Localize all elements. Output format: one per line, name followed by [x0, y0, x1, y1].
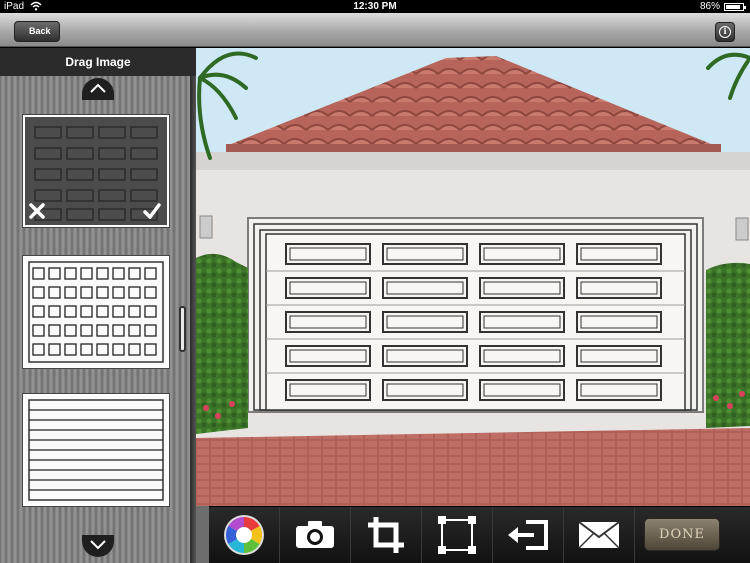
thumbnail-panel	[48, 286, 61, 299]
door-thumbnail-flush[interactable]	[23, 394, 169, 506]
thumbnail-panel	[64, 305, 77, 318]
thumbnail-panel	[80, 324, 93, 337]
close-icon[interactable]	[29, 203, 45, 219]
chevron-up-icon	[90, 83, 106, 93]
crop-button[interactable]	[351, 507, 422, 563]
status-bar: iPad 12:30 PM 86%	[0, 0, 750, 13]
bottom-toolbar: DONE	[209, 507, 750, 563]
battery-percent: 86%	[699, 1, 720, 12]
sidebar-bottom-strip	[196, 506, 209, 563]
checkmark-icon[interactable]	[143, 203, 161, 219]
thumbnail-panel	[128, 305, 141, 318]
thumbnail-panel	[64, 286, 77, 299]
thumbnail-panel	[32, 267, 45, 280]
thumbnail-panel	[32, 324, 45, 337]
back-button-label: Back	[29, 26, 51, 36]
info-icon: i	[719, 26, 731, 38]
thumbnail-panel	[96, 305, 109, 318]
thumbnail-panel	[80, 343, 93, 356]
scroll-up-button[interactable]	[82, 78, 114, 100]
house-photo-canvas[interactable]	[196, 48, 750, 506]
resize-frame-button[interactable]	[422, 507, 493, 563]
sidebar-resize-handle[interactable]	[179, 306, 186, 352]
thumbnail-panel	[48, 305, 61, 318]
door-thumbnail-image	[28, 399, 164, 501]
thumbnail-panel	[48, 267, 61, 280]
door-thumbnail-image	[28, 261, 164, 363]
color-picker-button[interactable]	[209, 507, 280, 563]
thumbnail-panel	[112, 305, 125, 318]
thumbnail-panel	[96, 286, 109, 299]
thumbnail-panel	[32, 343, 45, 356]
thumbnail-panel	[80, 267, 93, 280]
thumbnail-panel	[96, 267, 109, 280]
thumbnail-panel	[64, 324, 77, 337]
crop-icon	[368, 517, 404, 553]
thumbnail-panel	[96, 343, 109, 356]
sidebar-title: Drag Image	[0, 48, 196, 76]
email-icon	[578, 521, 620, 549]
clock: 12:30 PM	[353, 1, 397, 12]
thumbnail-panel	[64, 267, 77, 280]
thumbnail-panel	[144, 267, 157, 280]
thumbnail-panel	[144, 324, 157, 337]
battery-icon	[724, 3, 746, 11]
thumbnail-panel	[112, 343, 125, 356]
scroll-down-button[interactable]	[82, 535, 114, 557]
thumbnail-panel	[64, 343, 77, 356]
door-thumbnail-short-panel[interactable]	[23, 256, 169, 368]
resize-frame-icon	[438, 516, 476, 554]
color-wheel-icon	[224, 515, 264, 555]
door-style-sidebar: Drag Image	[0, 48, 196, 563]
navigation-bar: Back i	[0, 13, 750, 47]
thumbnail-panel	[128, 286, 141, 299]
thumbnail-panel	[48, 343, 61, 356]
info-button[interactable]: i	[715, 22, 735, 42]
camera-button[interactable]	[280, 507, 351, 563]
thumbnail-panel	[144, 286, 157, 299]
thumbnail-panel	[48, 324, 61, 337]
thumbnail-panel	[128, 267, 141, 280]
camera-icon	[296, 521, 334, 548]
garage-photo	[196, 48, 750, 506]
thumbnail-panel	[32, 305, 45, 318]
thumbnail-panel	[80, 305, 93, 318]
thumbnail-panel	[144, 305, 157, 318]
thumbnail-panel	[96, 324, 109, 337]
thumbnail-panel	[128, 343, 141, 356]
thumbnail-panel	[32, 286, 45, 299]
thumbnail-panel	[128, 324, 141, 337]
thumbnail-panel	[80, 286, 93, 299]
chevron-down-icon	[90, 540, 106, 550]
thumbnail-panel	[112, 286, 125, 299]
undo-icon	[508, 520, 548, 550]
back-button[interactable]: Back	[14, 21, 60, 42]
done-button[interactable]: DONE	[644, 518, 720, 551]
door-thumbnail-long-panel[interactable]	[23, 115, 169, 227]
thumbnail-panel	[144, 343, 157, 356]
undo-button[interactable]	[493, 507, 564, 563]
thumbnail-panel	[112, 324, 125, 337]
thumbnail-panel	[112, 267, 125, 280]
email-button[interactable]	[564, 507, 635, 563]
